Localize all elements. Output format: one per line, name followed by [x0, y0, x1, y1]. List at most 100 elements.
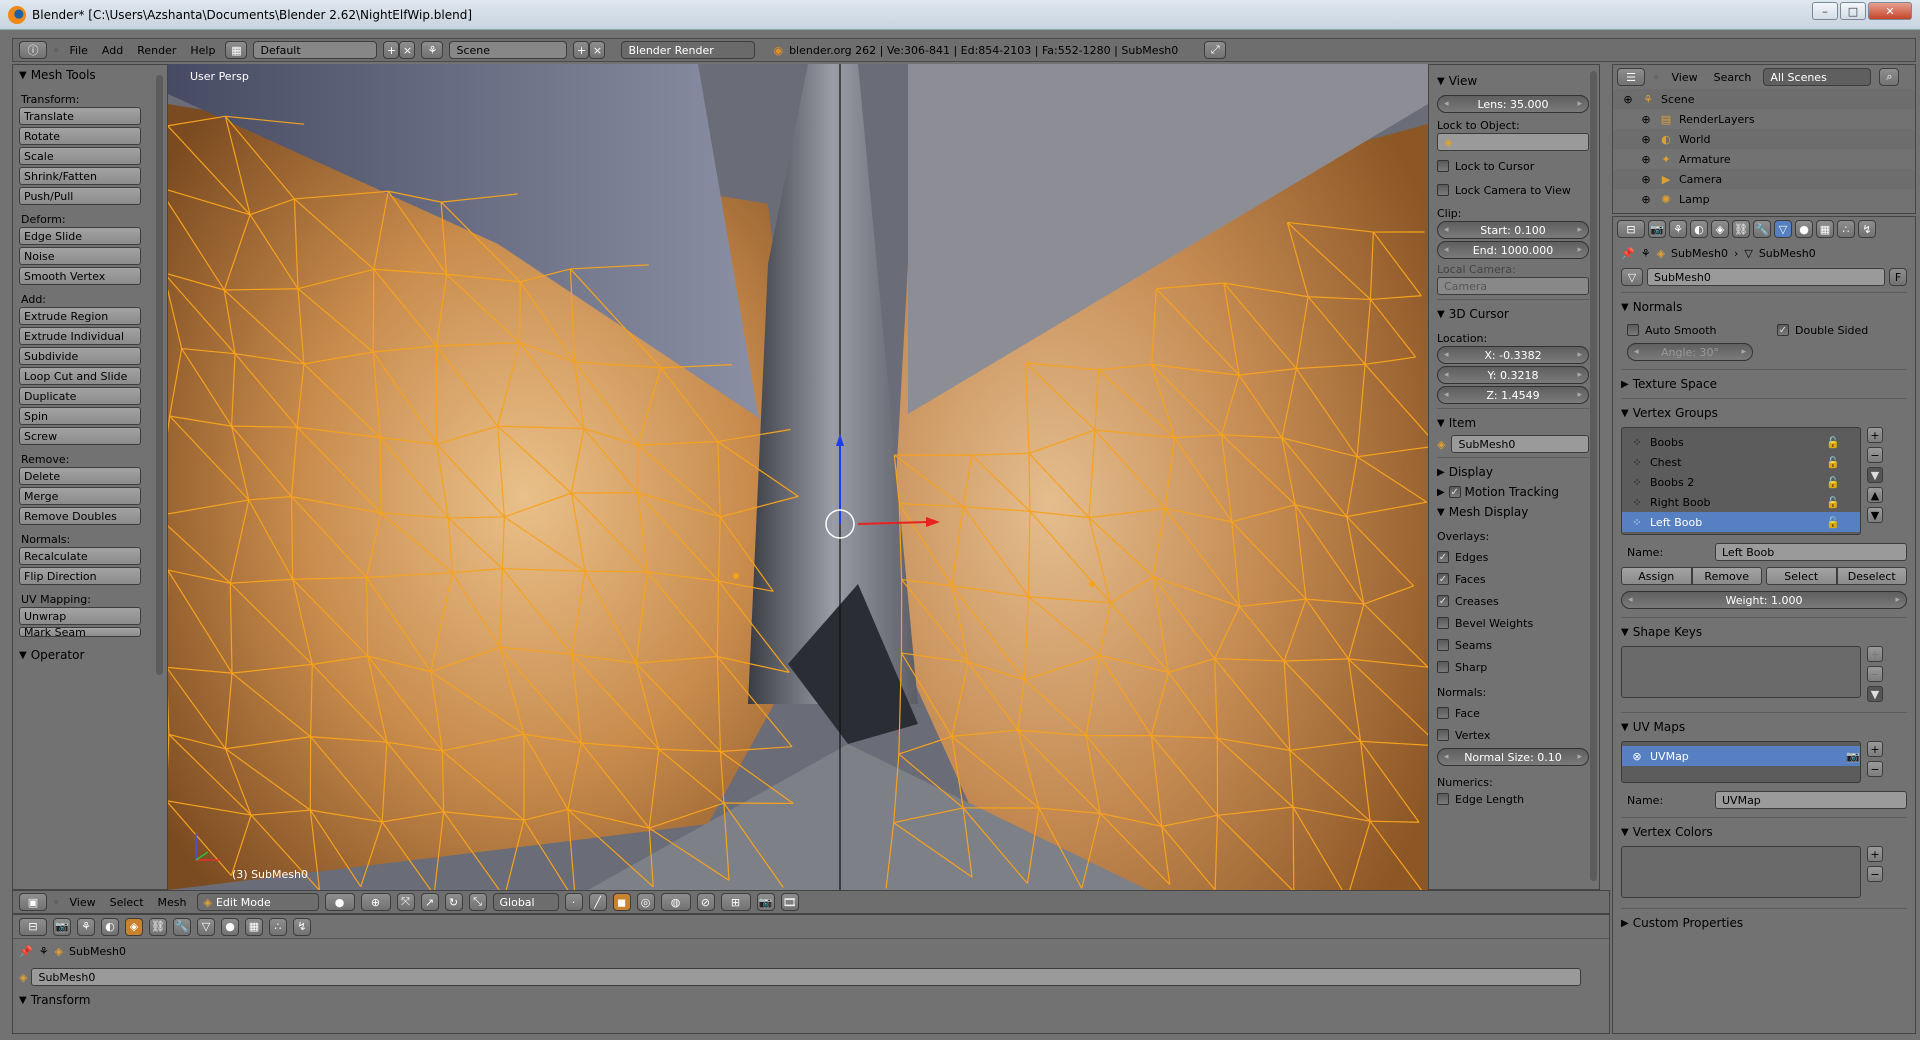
creases-checkbox[interactable]: ✓ Creases — [1437, 592, 1589, 610]
outliner-item-camera[interactable]: ⊕ ▶ Camera — [1613, 169, 1915, 189]
editor-type-info-icon[interactable]: ⓘ — [19, 41, 47, 59]
vertex-colors-list[interactable] — [1621, 846, 1861, 898]
add-vertex-group-icon[interactable]: + — [1867, 427, 1883, 443]
expand-icon[interactable]: ⊕ — [1639, 132, 1653, 146]
outliner-item-armature[interactable]: ⊕ ✦ Armature — [1613, 149, 1915, 169]
object-tab-icon[interactable]: ◈ — [125, 917, 143, 936]
move-down-icon[interactable]: ▼ — [1867, 507, 1883, 523]
display-header[interactable]: ▶ Display — [1437, 462, 1589, 482]
assign-button[interactable]: Assign — [1621, 567, 1692, 585]
occlude-geometry-icon[interactable]: ◎ — [636, 893, 655, 911]
normal-size-field[interactable]: Normal Size: 0.10 — [1437, 748, 1589, 766]
tool-button-flip-direction[interactable]: Flip Direction — [19, 567, 141, 585]
clip-end-field[interactable]: End: 1000.000 — [1437, 241, 1589, 259]
vertex-checkbox[interactable]: Vertex — [1437, 726, 1589, 744]
normals-header[interactable]: ▼ Normals — [1621, 297, 1907, 317]
scale-manipulator-icon[interactable]: ⤡ — [468, 893, 487, 911]
transform-header[interactable]: ▼ Transform — [13, 990, 1609, 1010]
physics-tab-icon[interactable]: ↯ — [293, 917, 311, 936]
weight-field[interactable]: Weight: 1.000 — [1621, 591, 1907, 609]
custom-properties-header[interactable]: ▶ Custom Properties — [1621, 913, 1907, 933]
mesh-tools-header[interactable]: ▼ Mesh Tools — [13, 65, 167, 85]
edges-checkbox[interactable]: ✓ Edges — [1437, 548, 1589, 566]
tool-button-extrude-individual[interactable]: Extrude Individual — [19, 327, 141, 345]
expand-icon[interactable]: ⊕ — [1621, 92, 1635, 106]
item-name-field[interactable]: SubMesh0 — [1451, 435, 1589, 453]
fullscreen-icon[interactable]: ⤢ — [1204, 41, 1227, 59]
tool-button-screw[interactable]: Screw — [19, 427, 141, 445]
vertex-select-icon[interactable]: · — [564, 893, 583, 911]
data-tab-icon[interactable]: ▽ — [197, 917, 215, 936]
tool-button-merge[interactable]: Merge — [19, 487, 141, 505]
add-layout-icon[interactable]: + — [383, 41, 400, 59]
tool-button-recalculate[interactable]: Recalculate — [19, 547, 141, 565]
tool-button-noise[interactable]: Noise — [19, 247, 141, 265]
remove-vertex-color-icon[interactable]: − — [1867, 866, 1883, 882]
add-uv-map-icon[interactable]: + — [1867, 741, 1883, 757]
modifiers-tab-icon[interactable]: 🔧 — [1753, 220, 1771, 238]
lock-icon[interactable]: 🔓 — [1826, 435, 1840, 449]
lock-icon[interactable]: 🔓 — [1826, 455, 1840, 469]
material-tab-icon[interactable]: ● — [221, 917, 239, 936]
render-tab-icon[interactable]: 📷 — [1648, 220, 1666, 238]
add-shape-key-icon[interactable]: + — [1867, 646, 1883, 662]
expand-icon[interactable]: ⊕ — [1639, 172, 1653, 186]
remove-shape-key-icon[interactable]: − — [1867, 666, 1883, 682]
physics-tab-icon[interactable]: ↯ — [1858, 220, 1876, 238]
sharp-checkbox[interactable]: Sharp — [1437, 658, 1589, 676]
lock-icon[interactable]: 🔓 — [1826, 515, 1840, 529]
particles-tab-icon[interactable]: ∴ — [269, 917, 287, 936]
collapse-menu-icon[interactable]: ◦ — [53, 896, 60, 909]
remove-scene-icon[interactable]: × — [589, 41, 606, 59]
editor-type-properties-icon[interactable]: ⊟ — [1617, 220, 1645, 238]
3d-cursor-header[interactable]: ▼ 3D Cursor — [1437, 304, 1589, 324]
tool-button-subdivide[interactable]: Subdivide — [19, 347, 141, 365]
tool-button-remove-doubles[interactable]: Remove Doubles — [19, 507, 141, 525]
move-up-icon[interactable]: ▲ — [1867, 487, 1883, 503]
scene-icon[interactable]: ⚘ — [421, 41, 444, 59]
editor-type-3dview-icon[interactable]: ▣ — [19, 893, 47, 911]
outliner-item-lamp[interactable]: ⊕ ✺ Lamp — [1613, 189, 1915, 209]
lens-field[interactable]: Lens: 35.000 — [1437, 95, 1589, 113]
menu-file[interactable]: File — [66, 44, 92, 57]
add-scene-icon[interactable]: + — [573, 41, 590, 59]
translate-manipulator-icon[interactable]: ↗ — [420, 893, 439, 911]
tool-button-delete[interactable]: Delete — [19, 467, 141, 485]
tool-button-scale[interactable]: Scale — [19, 147, 141, 165]
vgroup-name-field[interactable]: Left Boob — [1715, 543, 1907, 561]
editor-type-outliner-icon[interactable]: ☰ — [1617, 68, 1645, 86]
menu-add[interactable]: Add — [98, 44, 127, 57]
orientation-select[interactable]: Global — [492, 893, 559, 911]
remove-layout-icon[interactable]: × — [399, 41, 416, 59]
tool-button-loop-cut-and-slide[interactable]: Loop Cut and Slide — [19, 367, 141, 385]
lock-camera-checkbox[interactable]: Lock Camera to View — [1437, 181, 1589, 199]
shape-key-specials-icon[interactable]: ▼ — [1867, 686, 1883, 702]
texture-tab-icon[interactable]: ▦ — [245, 917, 263, 936]
tool-button-extrude-region[interactable]: Extrude Region — [19, 307, 141, 325]
tool-button-push-pull[interactable]: Push/Pull — [19, 187, 141, 205]
tool-button-translate[interactable]: Translate — [19, 107, 141, 125]
tool-button-smooth-vertex[interactable]: Smooth Vertex — [19, 267, 141, 285]
snap-toggle-icon[interactable]: ⊘ — [696, 893, 715, 911]
3d-viewport[interactable]: User Persp (3) SubMesh0 — [168, 64, 1428, 890]
proportional-edit-icon[interactable]: ◍ — [660, 893, 691, 911]
outliner-item-renderlayers[interactable]: ⊕ ▤ RenderLayers — [1613, 109, 1915, 129]
close-button[interactable]: ✕ — [1868, 2, 1912, 20]
screen-layout-field[interactable]: Default — [253, 41, 378, 59]
edge-length-checkbox[interactable]: Edge Length — [1437, 790, 1589, 808]
texture-space-header[interactable]: ▶ Texture Space — [1621, 374, 1907, 394]
texture-tab-icon[interactable]: ▦ — [1816, 220, 1834, 238]
list-item[interactable]: ⁘ Right Boob 🔓 — [1622, 492, 1860, 512]
add-vertex-color-icon[interactable]: + — [1867, 846, 1883, 862]
editor-type-properties-icon[interactable]: ⊟ — [19, 917, 47, 936]
camera-icon[interactable]: 📷 — [1846, 749, 1860, 763]
manipulator-toggle-icon[interactable]: ⤧ — [396, 893, 415, 911]
clip-start-field[interactable]: Start: 0.100 — [1437, 221, 1589, 239]
render-animation-icon[interactable]: 🎞 — [780, 893, 799, 911]
constraints-tab-icon[interactable]: ⛓ — [149, 917, 167, 936]
mesh-display-header[interactable]: ▼ Mesh Display — [1437, 502, 1589, 522]
list-item[interactable]: ⁘ Boobs 🔓 — [1622, 432, 1860, 452]
seams-checkbox[interactable]: Seams — [1437, 636, 1589, 654]
remove-vertex-group-icon[interactable]: − — [1867, 447, 1883, 463]
face-checkbox[interactable]: Face — [1437, 704, 1589, 722]
